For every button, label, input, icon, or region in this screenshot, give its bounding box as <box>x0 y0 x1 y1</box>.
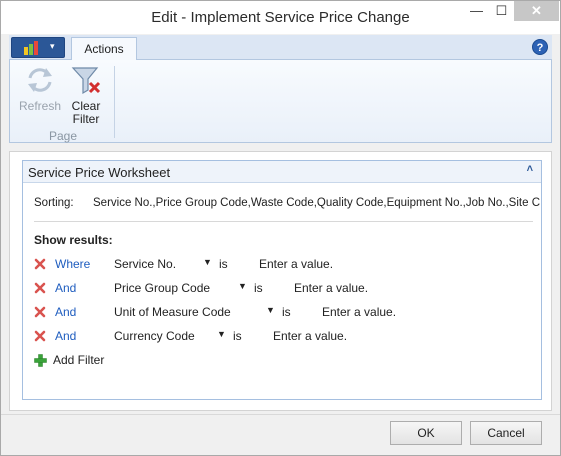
fasttab-header[interactable]: Service Price Worksheet ˄ <box>23 161 541 183</box>
divider <box>34 221 533 222</box>
filter-row: And Price Group Code ▼ is Enter a value. <box>23 280 541 298</box>
fasttab-title: Service Price Worksheet <box>28 165 171 180</box>
content-area: Service Price Worksheet ˄ Sorting: Servi… <box>9 151 552 411</box>
ribbon-group-label-page: Page <box>48 129 78 143</box>
clear-filter-icon <box>71 67 101 95</box>
refresh-icon <box>28 68 52 92</box>
clear-filter-label-line2: Filter <box>72 112 100 126</box>
filter-row: And Unit of Measure Code ▼ is Enter a va… <box>23 304 541 322</box>
field-dropdown-icon[interactable]: ▼ <box>203 257 212 267</box>
filter-field[interactable]: Unit of Measure Code <box>114 305 231 319</box>
filter-field[interactable]: Price Group Code <box>114 281 210 295</box>
sorting-label: Sorting: <box>34 197 74 209</box>
filter-operator: is <box>233 329 242 343</box>
sorting-value[interactable]: Service No.,Price Group Code,Waste Code,… <box>93 197 540 209</box>
filter-operator: is <box>282 305 291 319</box>
show-results-label: Show results: <box>34 233 113 247</box>
ribbon-group-separator <box>114 66 115 138</box>
application-menu-button[interactable]: ▾ <box>11 37 65 58</box>
filter-conjunction: Where <box>55 257 91 271</box>
add-filter-icon <box>34 354 47 367</box>
tab-actions[interactable]: Actions <box>71 37 137 61</box>
filter-conjunction: And <box>55 281 77 295</box>
filter-value-input[interactable]: Enter a value. <box>273 329 347 343</box>
maximize-button[interactable]: ☐ <box>489 1 514 21</box>
field-dropdown-icon[interactable]: ▼ <box>217 329 226 339</box>
filter-operator: is <box>254 281 263 295</box>
ribbon-body: Refresh Clear Filter Page <box>9 60 552 143</box>
filter-row: And Currency Code ▼ is Enter a value. <box>23 328 541 346</box>
refresh-button[interactable]: Refresh <box>18 64 62 113</box>
help-icon[interactable]: ? <box>532 39 548 55</box>
filter-operator: is <box>219 257 228 271</box>
delete-filter-icon[interactable] <box>34 282 46 294</box>
filter-field[interactable]: Service No. <box>114 257 176 271</box>
delete-filter-icon[interactable] <box>34 330 46 342</box>
filter-conjunction: And <box>55 329 77 343</box>
filter-value-input[interactable]: Enter a value. <box>294 281 368 295</box>
sorting-row: Sorting: Service No.,Price Group Code,Wa… <box>23 197 541 213</box>
refresh-label: Refresh <box>18 99 62 113</box>
ribbon-tab-bar: ▾ Actions ? <box>9 35 552 61</box>
dialog-window: Edit - Implement Service Price Change — … <box>0 0 561 456</box>
dynamics-logo-icon <box>24 41 38 55</box>
field-dropdown-icon[interactable]: ▼ <box>238 281 247 291</box>
app-menu-caret-icon: ▾ <box>50 41 55 51</box>
filter-conjunction: And <box>55 305 77 319</box>
ok-button[interactable]: OK <box>390 421 462 445</box>
service-price-worksheet-fasttab: Service Price Worksheet ˄ Sorting: Servi… <box>22 160 542 400</box>
clear-filter-button[interactable]: Clear Filter <box>65 64 107 126</box>
cancel-button[interactable]: Cancel <box>470 421 542 445</box>
title-bar: Edit - Implement Service Price Change — … <box>1 1 560 34</box>
filter-row: Where Service No. ▼ is Enter a value. <box>23 256 541 274</box>
add-filter-label: Add Filter <box>53 353 105 367</box>
field-dropdown-icon[interactable]: ▼ <box>266 305 275 315</box>
close-button[interactable]: ✕ <box>514 1 559 21</box>
filter-field[interactable]: Currency Code <box>114 329 195 343</box>
delete-filter-icon[interactable] <box>34 258 46 270</box>
minimize-button[interactable]: — <box>464 1 489 21</box>
filter-value-input[interactable]: Enter a value. <box>322 305 396 319</box>
filter-value-input[interactable]: Enter a value. <box>259 257 333 271</box>
collapse-chevron-icon[interactable]: ˄ <box>527 163 533 175</box>
dialog-footer: OK Cancel <box>1 414 560 455</box>
delete-filter-icon[interactable] <box>34 306 46 318</box>
